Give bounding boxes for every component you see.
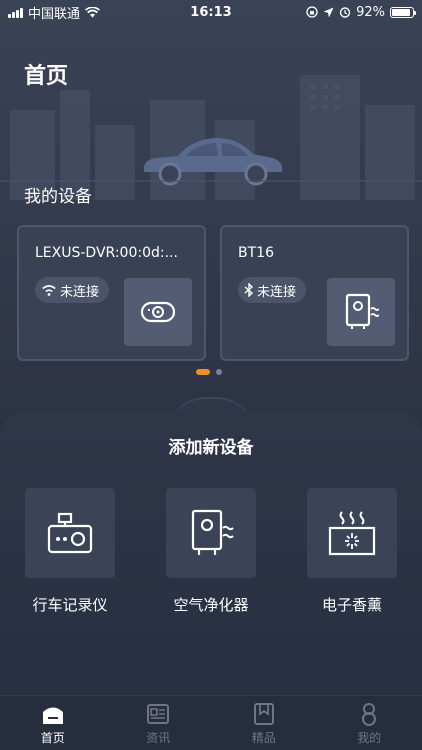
add-aroma-diffuser-button[interactable]: 电子香薰 xyxy=(307,488,397,614)
device-card-bt16[interactable]: BT16 未连接 xyxy=(220,225,409,361)
air-purifier-icon xyxy=(345,293,379,329)
tab-featured[interactable]: 精品 xyxy=(211,696,317,750)
carousel-dot xyxy=(216,369,222,375)
page-title: 首页 xyxy=(24,64,69,89)
add-device-title: 添加新设备 xyxy=(168,438,254,458)
my-devices-title: 我的设备 xyxy=(24,187,92,207)
device-card-dvr[interactable]: LEXUS-DVR:00:0d:... 未连接 xyxy=(17,225,206,361)
bluetooth-icon xyxy=(244,283,254,297)
wifi-icon xyxy=(42,285,56,296)
home-icon xyxy=(42,707,63,724)
carousel-dot-active xyxy=(196,369,210,375)
add-dashcam-button[interactable]: 行车记录仪 xyxy=(25,488,115,614)
device-name: LEXUS-DVR:00:0d:... xyxy=(35,245,178,261)
device-thumb xyxy=(327,278,395,346)
status-bar: 中国联通 16:13 92% xyxy=(0,0,422,24)
device-thumb xyxy=(124,278,192,346)
tab-news[interactable]: 资讯 xyxy=(106,696,212,750)
carousel-indicator xyxy=(196,369,222,375)
tab-label: 首页 xyxy=(40,731,65,745)
dashcam-icon xyxy=(140,301,176,323)
connection-status-badge: 未连接 xyxy=(35,277,110,303)
add-item-box xyxy=(166,488,256,578)
add-item-box xyxy=(25,488,115,578)
clock: 16:13 xyxy=(190,4,232,20)
connection-status-text: 未连接 xyxy=(257,284,297,300)
bookmark-icon xyxy=(253,703,274,725)
air-purifier-icon xyxy=(191,509,234,555)
tab-home[interactable]: 首页 xyxy=(0,696,106,750)
add-item-label: 行车记录仪 xyxy=(32,596,108,614)
add-air-purifier-button[interactable]: 空气净化器 xyxy=(166,488,256,614)
aroma-diffuser-icon xyxy=(328,511,376,556)
tab-profile[interactable]: 我的 xyxy=(317,696,422,750)
tab-label: 资讯 xyxy=(146,731,171,745)
bottom-tab-bar: 首页 资讯 精品 我的 xyxy=(0,695,422,750)
add-item-box xyxy=(307,488,397,578)
battery-icon xyxy=(390,6,416,18)
connection-status-badge: 未连接 xyxy=(238,277,307,303)
camera-recorder-icon xyxy=(47,512,93,554)
add-item-label: 电子香薰 xyxy=(321,596,382,614)
tab-label: 我的 xyxy=(357,731,382,745)
news-icon xyxy=(147,704,170,724)
profile-icon xyxy=(362,703,377,726)
add-item-label: 空气净化器 xyxy=(173,596,249,614)
connection-status-text: 未连接 xyxy=(60,284,100,300)
tab-label: 精品 xyxy=(251,731,276,745)
device-name: BT16 xyxy=(238,245,274,261)
